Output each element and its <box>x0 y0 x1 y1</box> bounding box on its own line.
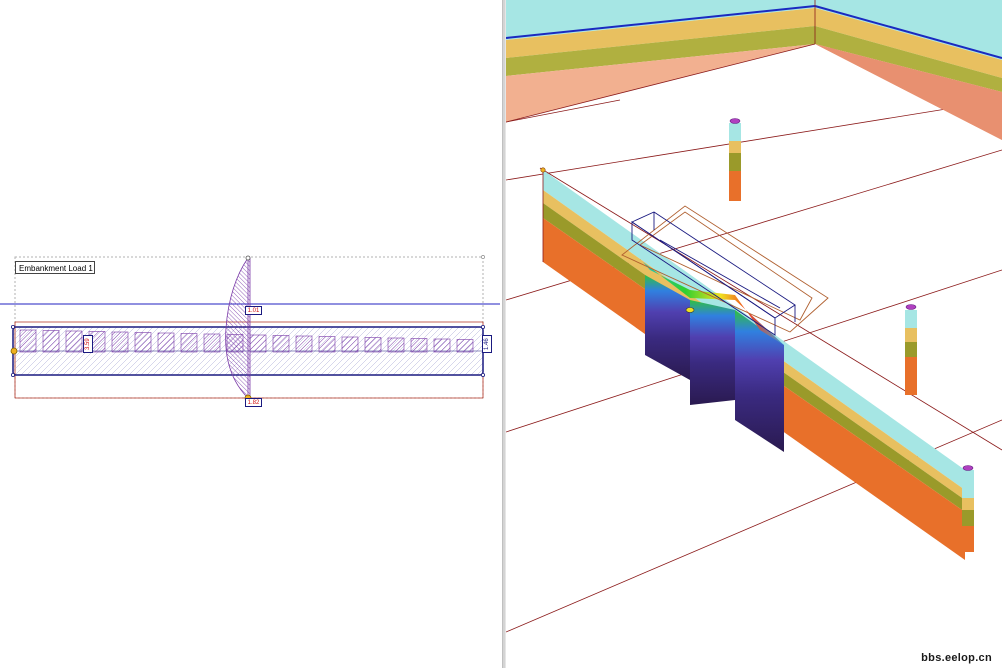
model-3d-canvas[interactable] <box>506 0 1002 668</box>
load-block <box>341 336 359 353</box>
dimension-label-bottom[interactable]: 1.82 <box>245 398 262 407</box>
vertical-load-distribution <box>225 257 251 399</box>
contour-section <box>643 262 784 452</box>
corner-handle-br[interactable] <box>480 372 485 377</box>
load-block <box>364 337 382 353</box>
watermark-text: bbs.eelop.cn <box>921 652 992 664</box>
plan-view-pane[interactable]: Embankment Load 1 1.01 1.82 3.59 1.46 <box>0 0 502 668</box>
load-block <box>157 332 175 353</box>
plan-view-canvas[interactable] <box>0 0 502 668</box>
load-block <box>318 336 336 353</box>
model-3d-pane[interactable]: bbs.eelop.cn <box>506 0 1002 668</box>
left-handle[interactable] <box>10 347 18 355</box>
load-block <box>42 330 60 353</box>
dimension-label-top[interactable]: 1.01 <box>245 306 262 315</box>
load-block <box>410 338 428 353</box>
load-name-label[interactable]: Embankment Load 1 <box>15 261 95 274</box>
embankment-center-marker[interactable] <box>685 307 695 313</box>
load-block <box>249 334 267 353</box>
back-section-wall <box>506 0 1002 140</box>
load-block <box>456 339 474 353</box>
load-block <box>19 329 37 353</box>
load-block <box>180 333 198 353</box>
load-block <box>111 331 129 353</box>
borehole-2[interactable] <box>905 304 917 396</box>
load-block <box>387 337 405 353</box>
load-block <box>433 338 451 353</box>
load-block <box>295 335 313 353</box>
corner-handle-bl[interactable] <box>10 372 15 377</box>
load-block <box>65 330 83 353</box>
top-handle[interactable] <box>245 255 251 261</box>
borehole-1[interactable] <box>729 118 741 202</box>
wall-corner-marker[interactable] <box>540 167 546 173</box>
load-block <box>272 335 290 353</box>
load-block <box>203 333 221 353</box>
dimension-label-left[interactable]: 3.59 <box>83 335 93 353</box>
borehole-3[interactable] <box>962 465 974 553</box>
corner-handle-tl[interactable] <box>10 324 15 329</box>
corner-handle-top-right-extent[interactable] <box>481 255 485 259</box>
load-block <box>134 332 152 353</box>
corner-handle-tr[interactable] <box>480 324 485 329</box>
dimension-label-right[interactable]: 1.46 <box>482 335 492 353</box>
